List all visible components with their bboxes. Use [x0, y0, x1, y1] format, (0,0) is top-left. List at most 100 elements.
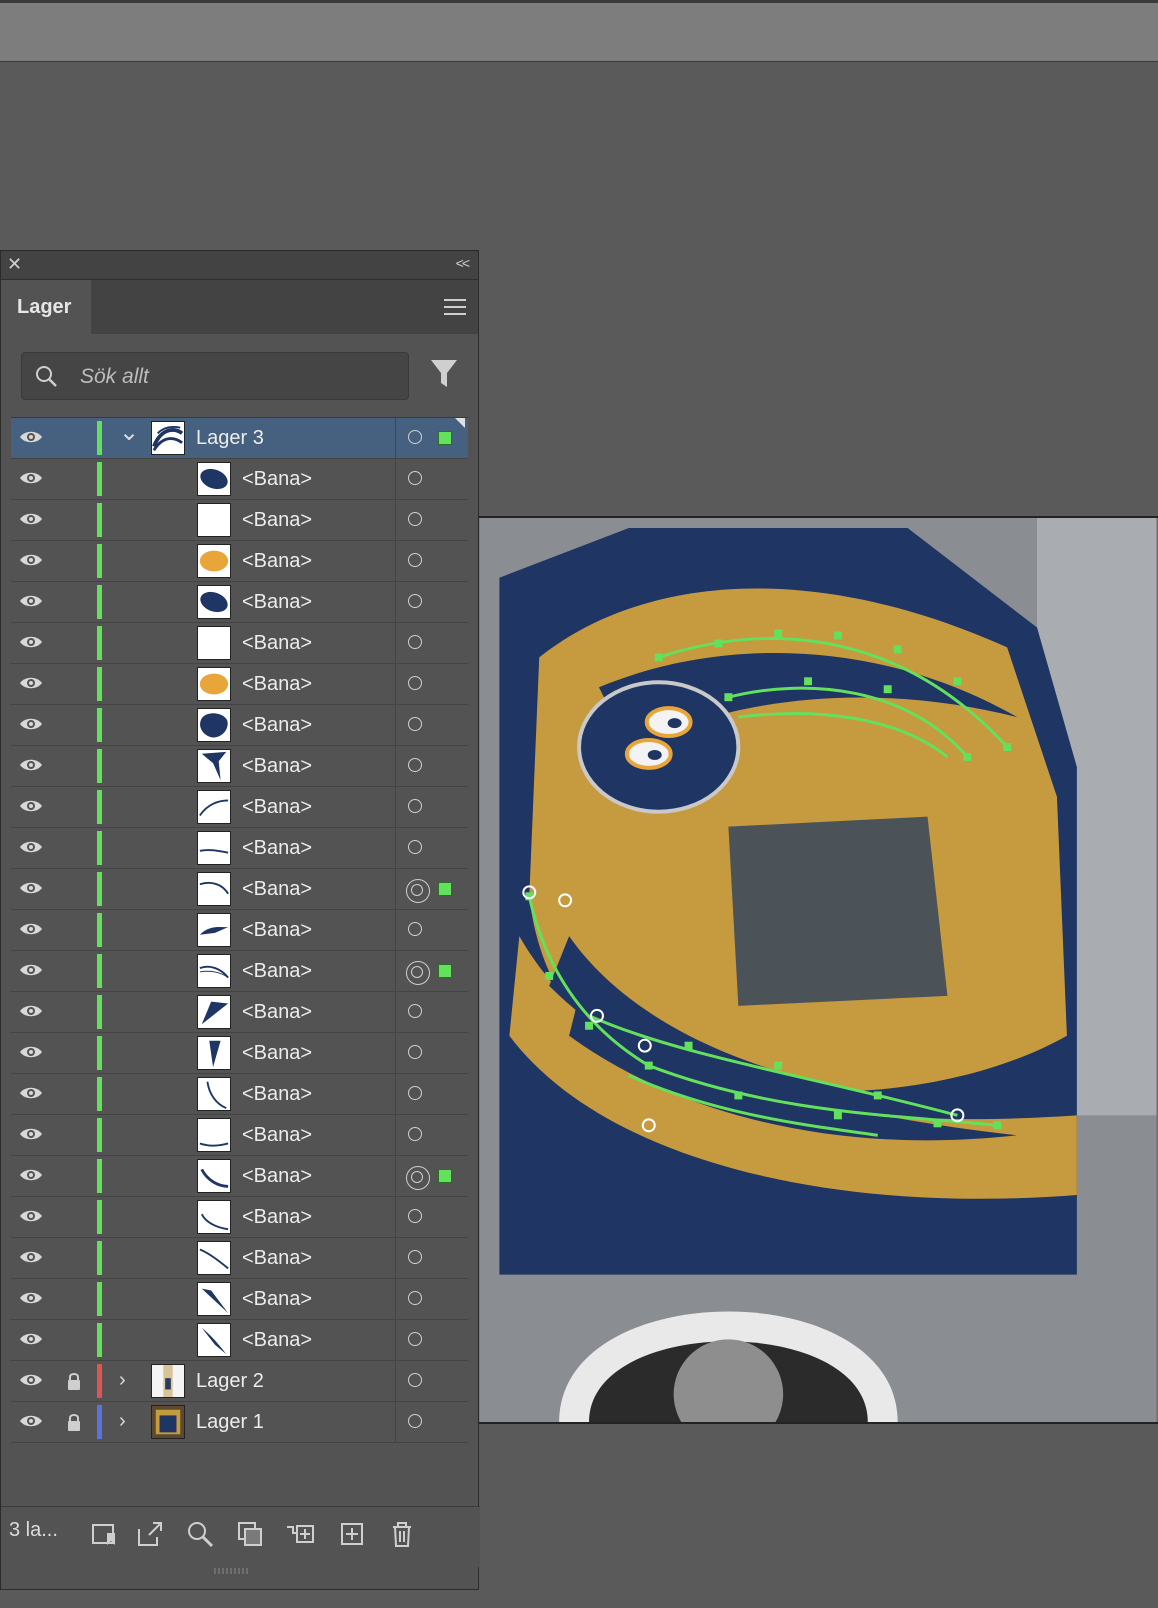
- visibility-eye-icon[interactable]: [19, 593, 43, 609]
- layer-name[interactable]: <Bana>: [242, 1083, 312, 1106]
- layer-name[interactable]: <Bana>: [242, 755, 312, 778]
- target-circle-icon[interactable]: [408, 635, 422, 649]
- lock-icon[interactable]: [66, 1412, 82, 1432]
- target-circle-icon[interactable]: [408, 1086, 422, 1100]
- layer-name[interactable]: <Bana>: [242, 714, 312, 737]
- target-circle-icon[interactable]: [408, 594, 422, 608]
- sublayer-row[interactable]: <Bana>: [11, 1279, 468, 1320]
- layer-name[interactable]: <Bana>: [242, 1288, 312, 1311]
- target-circle-icon[interactable]: [408, 758, 422, 772]
- sublayer-row[interactable]: <Bana>: [11, 1033, 468, 1074]
- layer-name[interactable]: Lager 1: [196, 1411, 264, 1434]
- visibility-eye-icon[interactable]: [19, 839, 43, 855]
- visibility-eye-icon[interactable]: [19, 757, 43, 773]
- target-circle-icon[interactable]: [408, 1209, 422, 1223]
- sublayer-row[interactable]: <Bana>: [11, 910, 468, 951]
- sublayer-row[interactable]: <Bana>: [11, 623, 468, 664]
- visibility-eye-icon[interactable]: [19, 552, 43, 568]
- artboard[interactable]: [478, 516, 1158, 1424]
- layer-name[interactable]: <Bana>: [242, 1206, 312, 1229]
- panel-menu-icon[interactable]: [444, 299, 466, 315]
- target-circle-icon[interactable]: [408, 922, 422, 936]
- layer-name[interactable]: <Bana>: [242, 837, 312, 860]
- visibility-eye-icon[interactable]: [19, 470, 43, 486]
- visibility-eye-icon[interactable]: [19, 798, 43, 814]
- sublayer-row[interactable]: <Bana>: [11, 582, 468, 623]
- sublayer-row[interactable]: <Bana>: [11, 1197, 468, 1238]
- layer-name[interactable]: <Bana>: [242, 1042, 312, 1065]
- sublayer-row[interactable]: <Bana>: [11, 951, 468, 992]
- export-icon[interactable]: [135, 1519, 165, 1549]
- layer-name[interactable]: <Bana>: [242, 550, 312, 573]
- selection-indicator[interactable]: [438, 1169, 452, 1183]
- collect-for-export-icon[interactable]: [89, 1519, 119, 1549]
- close-icon[interactable]: ✕: [7, 254, 22, 275]
- layer-name[interactable]: <Bana>: [242, 1124, 312, 1147]
- layer-name[interactable]: <Bana>: [242, 1247, 312, 1270]
- chevron-down-icon[interactable]: ⌄: [119, 418, 139, 446]
- visibility-eye-icon[interactable]: [19, 1249, 43, 1265]
- visibility-eye-icon[interactable]: [19, 962, 43, 978]
- sublayer-row[interactable]: <Bana>: [11, 459, 468, 500]
- visibility-eye-icon[interactable]: [19, 1331, 43, 1347]
- selection-indicator[interactable]: [438, 431, 452, 445]
- target-circle-icon[interactable]: [408, 512, 422, 526]
- sublayer-row[interactable]: <Bana>: [11, 664, 468, 705]
- target-circle-icon[interactable]: [408, 1291, 422, 1305]
- create-layer-icon[interactable]: [337, 1519, 367, 1549]
- target-circle-icon[interactable]: [408, 1004, 422, 1018]
- target-circle-icon[interactable]: [408, 1414, 422, 1428]
- target-circle-icon[interactable]: [408, 1127, 422, 1141]
- layer-name[interactable]: <Bana>: [242, 1329, 312, 1352]
- panel-titlebar[interactable]: ✕ <<: [1, 251, 478, 280]
- visibility-eye-icon[interactable]: [19, 921, 43, 937]
- target-circle-icon[interactable]: [408, 799, 422, 813]
- layer-name[interactable]: <Bana>: [242, 509, 312, 532]
- visibility-eye-icon[interactable]: [19, 1290, 43, 1306]
- create-sublayer-icon[interactable]: [285, 1519, 315, 1549]
- visibility-eye-icon[interactable]: [19, 1126, 43, 1142]
- visibility-eye-icon[interactable]: [19, 511, 43, 527]
- sublayer-row[interactable]: <Bana>: [11, 541, 468, 582]
- target-circle-icon[interactable]: [408, 1250, 422, 1264]
- target-circle-icon[interactable]: [408, 717, 422, 731]
- sublayer-row[interactable]: <Bana>: [11, 1320, 468, 1361]
- layer-name[interactable]: <Bana>: [242, 796, 312, 819]
- target-circle-icon[interactable]: [408, 676, 422, 690]
- locate-object-icon[interactable]: [185, 1519, 215, 1549]
- resize-grip-icon[interactable]: [211, 1566, 251, 1576]
- make-clipping-mask-icon[interactable]: [235, 1519, 265, 1549]
- target-circle-icon[interactable]: [408, 553, 422, 567]
- target-circle-icon[interactable]: [408, 430, 422, 444]
- visibility-eye-icon[interactable]: [19, 1044, 43, 1060]
- visibility-eye-icon[interactable]: [19, 1085, 43, 1101]
- visibility-eye-icon[interactable]: [19, 1413, 43, 1429]
- layer-row[interactable]: › Lager 1: [11, 1402, 468, 1443]
- layer-name[interactable]: <Bana>: [242, 878, 312, 901]
- visibility-eye-icon[interactable]: [19, 675, 43, 691]
- chevron-right-icon[interactable]: ›: [119, 1410, 137, 1432]
- sublayer-row[interactable]: <Bana>: [11, 1238, 468, 1279]
- sublayer-row[interactable]: <Bana>: [11, 828, 468, 869]
- layer-name[interactable]: Lager 3: [196, 427, 264, 450]
- layer-name[interactable]: <Bana>: [242, 673, 312, 696]
- target-circle-icon[interactable]: [406, 961, 430, 985]
- layer-row[interactable]: ⌄ Lager 3: [11, 418, 468, 459]
- layer-row[interactable]: › Lager 2: [11, 1361, 468, 1402]
- target-circle-icon[interactable]: [408, 1045, 422, 1059]
- layer-name[interactable]: Lager 2: [196, 1370, 264, 1393]
- visibility-eye-icon[interactable]: [19, 1372, 43, 1388]
- visibility-eye-icon[interactable]: [19, 716, 43, 732]
- layer-name[interactable]: <Bana>: [242, 591, 312, 614]
- layer-name[interactable]: <Bana>: [242, 632, 312, 655]
- target-circle-icon[interactable]: [406, 1166, 430, 1190]
- chevron-right-icon[interactable]: ›: [119, 1369, 137, 1391]
- selection-indicator[interactable]: [438, 882, 452, 896]
- visibility-eye-icon[interactable]: [19, 634, 43, 650]
- tab-layers[interactable]: Lager: [1, 280, 91, 334]
- layer-name[interactable]: <Bana>: [242, 960, 312, 983]
- layer-name[interactable]: <Bana>: [242, 919, 312, 942]
- sublayer-row[interactable]: <Bana>: [11, 1074, 468, 1115]
- layer-name[interactable]: <Bana>: [242, 1165, 312, 1188]
- layer-name[interactable]: <Bana>: [242, 468, 312, 491]
